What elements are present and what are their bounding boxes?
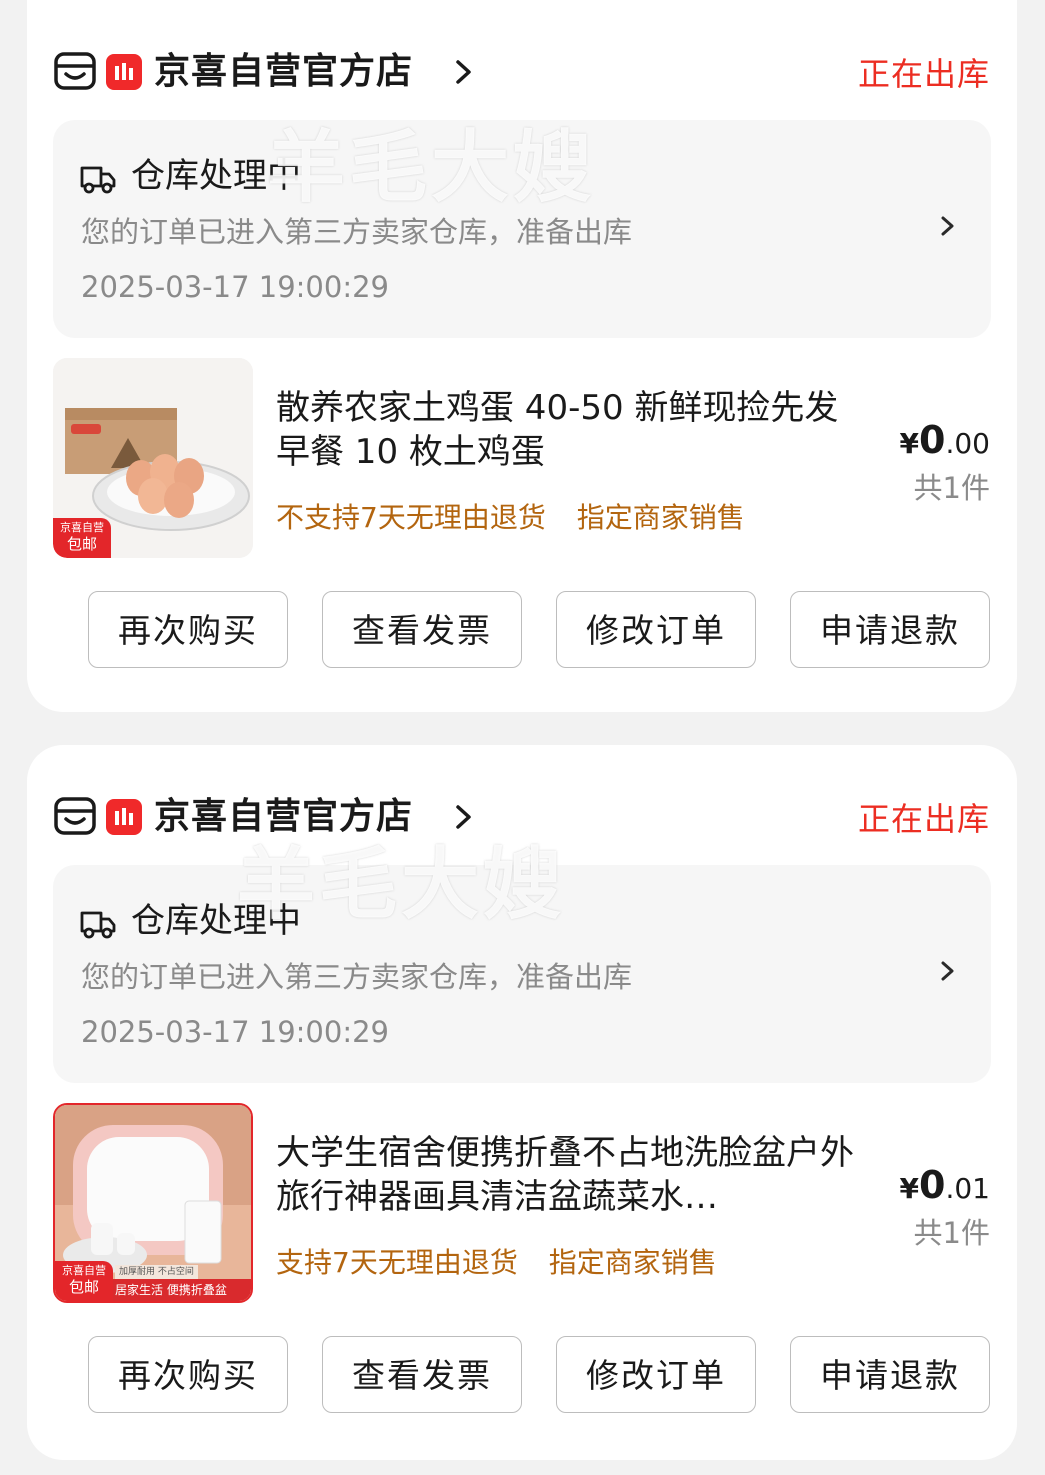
product-price: ¥0.01 <box>899 1163 990 1207</box>
chevron-right-icon[interactable] <box>939 210 957 251</box>
product-banner-small: 加厚耐用 不占空间 <box>115 1265 198 1279</box>
order-status: 正在出库 <box>857 55 990 93</box>
chevron-right-icon[interactable] <box>939 955 957 996</box>
order-status: 正在出库 <box>857 800 990 838</box>
jingxi-logo-icon <box>106 799 142 835</box>
logistics-panel[interactable]: 仓库处理中 您的订单已进入第三方卖家仓库，准备出库 2025-03-17 19:… <box>53 120 991 338</box>
chevron-right-icon[interactable] <box>454 799 474 842</box>
store-icon <box>54 50 96 92</box>
product-title[interactable]: 大学生宿舍便携折叠不占地洗脸盆户外旅行神器画具清洁盆蔬菜水… <box>276 1131 866 1219</box>
product-image[interactable]: 加厚耐用 不占空间 居家生活 便携折叠盆 京喜自营 包邮 <box>53 1103 253 1303</box>
store-icon <box>54 795 96 837</box>
product-quantity: 共1件 <box>913 471 990 505</box>
product-tags: 不支持7天无理由退货 指定商家销售 <box>276 498 767 538</box>
buy-again-button[interactable]: 再次购买 <box>88 591 288 668</box>
truck-icon <box>79 907 117 939</box>
request-refund-button[interactable]: 申请退款 <box>790 591 990 668</box>
logistics-time: 2025-03-17 19:00:29 <box>81 270 389 304</box>
product-banner: 居家生活 便携折叠盆 <box>111 1279 251 1301</box>
logistics-time: 2025-03-17 19:00:29 <box>81 1015 389 1049</box>
modify-order-button[interactable]: 修改订单 <box>556 1336 756 1413</box>
truck-icon <box>79 162 117 194</box>
free-shipping-badge: 京喜自营 包邮 <box>53 518 111 558</box>
logistics-panel[interactable]: 仓库处理中 您的订单已进入第三方卖家仓库，准备出库 2025-03-17 19:… <box>53 865 991 1083</box>
shop-name[interactable]: 京喜自营官方店 <box>154 795 413 839</box>
modify-order-button[interactable]: 修改订单 <box>556 591 756 668</box>
product-quantity: 共1件 <box>913 1216 990 1250</box>
logistics-description: 您的订单已进入第三方卖家仓库，准备出库 <box>81 960 633 994</box>
seller-tag: 指定商家销售 <box>576 501 745 534</box>
product-image[interactable]: 京喜自营 包邮 <box>53 358 253 558</box>
product-price: ¥0.00 <box>899 418 990 462</box>
logistics-description: 您的订单已进入第三方卖家仓库，准备出库 <box>81 215 633 249</box>
order-card[interactable]: 京喜自营官方店 正在出库 仓库处理中 您的订单已进入第三方卖家仓库，准备出库 2… <box>27 745 1017 1460</box>
product-tags: 支持7天无理由退货 指定商家销售 <box>276 1243 739 1283</box>
view-invoice-button[interactable]: 查看发票 <box>322 591 522 668</box>
shop-header[interactable]: 京喜自营官方店 正在出库 <box>54 50 990 96</box>
shop-header[interactable]: 京喜自营官方店 正在出库 <box>54 795 990 841</box>
chevron-right-icon[interactable] <box>454 54 474 97</box>
product-title[interactable]: 散养农家土鸡蛋 40-50 新鲜现捡先发早餐 10 枚土鸡蛋 <box>276 386 866 474</box>
order-card[interactable]: 京喜自营官方店 正在出库 仓库处理中 您的订单已进入第三方卖家仓库，准备出库 2… <box>27 0 1017 712</box>
return-policy-tag: 不支持7天无理由退货 <box>276 501 546 534</box>
logistics-title: 仓库处理中 <box>131 901 301 941</box>
free-shipping-badge: 京喜自营 包邮 <box>55 1261 113 1301</box>
jingxi-logo-icon <box>106 54 142 90</box>
view-invoice-button[interactable]: 查看发票 <box>322 1336 522 1413</box>
request-refund-button[interactable]: 申请退款 <box>790 1336 990 1413</box>
logistics-title: 仓库处理中 <box>131 156 301 196</box>
return-policy-tag: 支持7天无理由退货 <box>276 1246 518 1279</box>
seller-tag: 指定商家销售 <box>548 1246 717 1279</box>
buy-again-button[interactable]: 再次购买 <box>88 1336 288 1413</box>
shop-name[interactable]: 京喜自营官方店 <box>154 50 413 94</box>
